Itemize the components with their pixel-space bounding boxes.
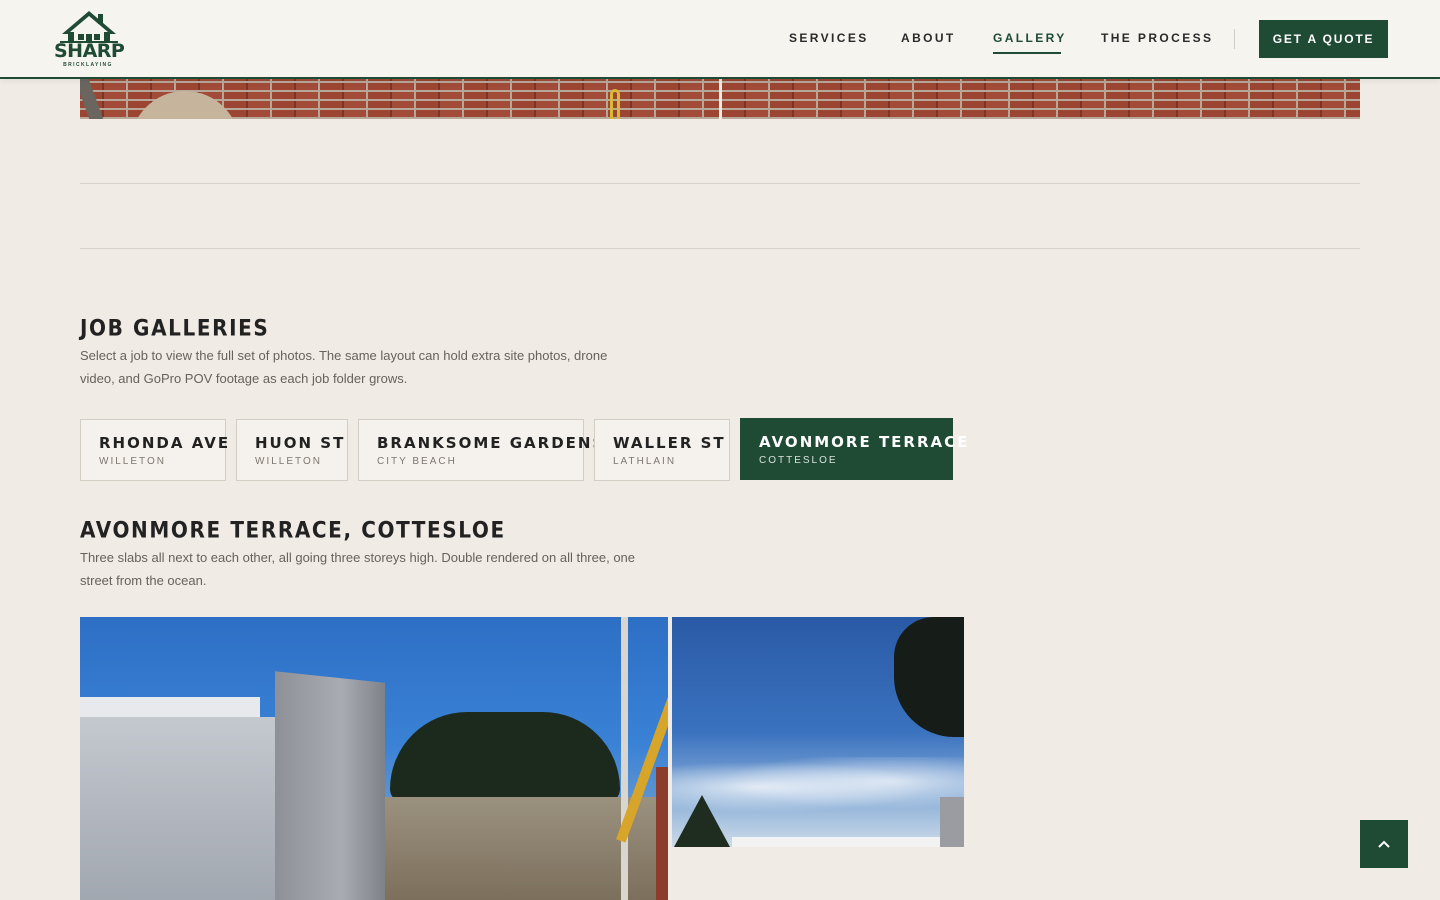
nav-about[interactable]: ABOUT [901,31,956,45]
gallery-photo-site-main[interactable] [80,617,668,900]
job-tab-suburb: CITY BEACH [377,456,457,467]
photo-detail-brick-edge [656,767,668,900]
nav-services[interactable]: SERVICES [789,31,869,45]
nav-the-process[interactable]: THE PROCESS [1101,31,1213,45]
get-a-quote-button[interactable]: GET A QUOTE [1259,20,1388,58]
brand-name: SHARP [54,40,125,62]
section-divider [80,183,1360,184]
photo-detail-wall [940,797,964,847]
selected-job-title: AVONMORE TERRACE, COTTESLOE [80,516,506,543]
photo-detail-trees [390,712,620,802]
intro-line: Select a job to view the full set of pho… [80,348,608,363]
job-tab-suburb: WILLETON [99,456,166,467]
job-tab-branksome-gardens[interactable]: BRANKSOME GARDENS CITY BEACH [358,419,606,481]
job-tab-name: BRANKSOME GARDENS [377,434,606,452]
nav-divider [1234,29,1235,49]
job-tab-rhonda-ave[interactable]: RHONDA AVE WILLETON [80,419,231,481]
chevron-up-icon [1378,840,1390,848]
site-header: SHARP BRICKLAYING SERVICES ABOUT GALLERY… [0,0,1440,79]
brand-tagline: BRICKLAYING [63,62,113,68]
brand-logo[interactable]: SHARP BRICKLAYING [54,10,125,70]
job-tab-suburb: LATHLAIN [613,456,677,467]
photo-detail-roofline [732,837,964,847]
description-line: Three slabs all next to each other, all … [80,550,636,565]
job-galleries-intro: Select a job to view the full set of pho… [80,344,607,390]
job-tab-name: AVONMORE TERRACE [759,433,970,451]
nav-gallery[interactable]: GALLERY [993,31,1067,45]
gallery-photo-brickwork-right[interactable] [722,79,1360,119]
job-tab-name: HUON ST [255,434,346,452]
photo-detail-pole [621,617,628,900]
job-tab-avonmore-terrace[interactable]: AVONMORE TERRACE COTTESLOE [740,418,970,480]
photo-detail-bar [80,79,104,119]
gallery-photo-site-sky[interactable] [672,617,964,847]
description-line: street from the ocean. [80,573,207,588]
section-divider [80,248,1360,249]
job-tab-suburb: COTTESLOE [759,455,838,466]
job-tab-suburb: WILLETON [255,456,322,467]
photo-detail-stone [130,91,240,119]
photo-detail-tree [894,617,964,737]
photo-detail-pine [674,795,730,847]
photo-detail-concrete-slab [275,671,385,900]
photo-detail-rendered-wall [80,717,280,900]
gallery-photo-brickwork-left[interactable] [80,79,719,119]
job-tab-name: WALLER ST [613,434,726,452]
job-tab-huon-st[interactable]: HUON ST WILLETON [236,419,348,481]
job-tab-waller-st[interactable]: WALLER ST LATHLAIN [594,419,730,481]
job-galleries-heading: JOB GALLERIES [80,314,270,341]
back-to-top-button[interactable] [1360,820,1408,868]
nav-active-underline [993,52,1061,54]
house-logo-icon [60,11,118,43]
intro-line: video, and GoPro POV footage as each job… [80,371,408,386]
selected-job-description: Three slabs all next to each other, all … [80,546,635,592]
job-tab-name: RHONDA AVE [99,434,231,452]
photo-detail-spade [610,89,620,119]
